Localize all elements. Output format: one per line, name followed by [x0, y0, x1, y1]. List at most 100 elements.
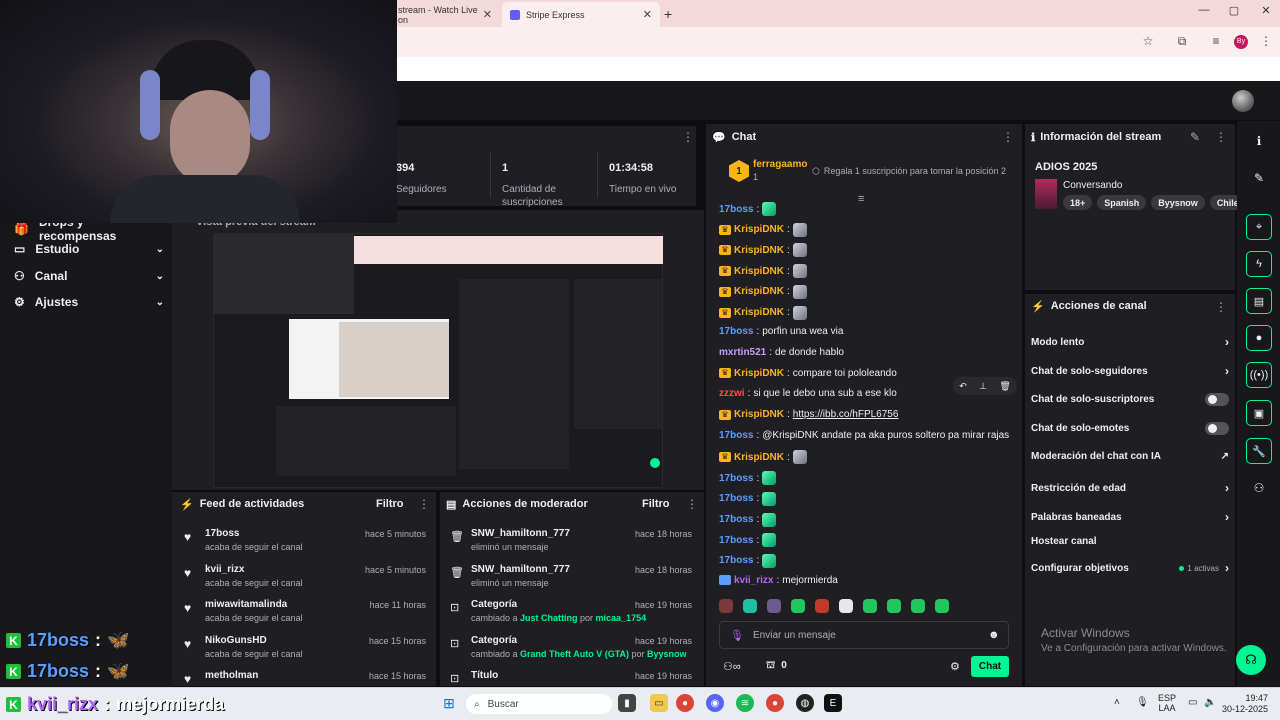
volume-icon[interactable]: 🔈 — [1204, 697, 1216, 708]
minimize-icon[interactable]: — — [1194, 4, 1214, 16]
emote-button[interactable] — [935, 599, 949, 613]
channel-action-row[interactable]: Moderación del chat con IA ↗ — [1031, 451, 1229, 462]
emoji-icon[interactable]: ☻ — [988, 629, 1000, 641]
task-view-icon[interactable]: ▮ — [618, 694, 636, 712]
discord-icon[interactable]: ◉ — [706, 694, 724, 712]
stream-preview-video[interactable] — [213, 233, 663, 488]
activity-filter-button[interactable]: Filtro — [376, 498, 404, 510]
feed-user[interactable]: metholman — [205, 670, 258, 681]
emote-button[interactable] — [911, 599, 925, 613]
info-icon[interactable]: ℹ — [1246, 128, 1272, 154]
emote-button[interactable] — [767, 599, 781, 613]
chat-link[interactable]: https://ibb.co/hFPL6756 — [793, 409, 899, 420]
feed-user[interactable]: 17boss — [205, 528, 239, 539]
more-options-icon[interactable]: ⋮ — [1002, 130, 1014, 144]
channel-action-row[interactable]: Palabras baneadas › — [1031, 510, 1229, 524]
nav-estudio[interactable]: ▭ Estudio ⌄ — [14, 242, 164, 256]
collapse-icon[interactable]: ≡ — [858, 193, 864, 205]
sub-user[interactable]: Byysnow — [647, 649, 687, 659]
gift-sub-prompt[interactable]: ⬡ Regala 1 suscripción para tomar la posi… — [812, 166, 1006, 177]
edit-pencil-icon[interactable]: ✎ — [1246, 165, 1272, 191]
emote-button[interactable] — [743, 599, 757, 613]
clock[interactable]: 19:47 30-12-2025 — [1220, 693, 1268, 715]
chat-username[interactable]: KrispiDNK — [734, 224, 784, 235]
more-options-icon[interactable]: ⋮ — [1215, 300, 1227, 314]
close-icon[interactable]: ✕ — [643, 8, 652, 21]
channel-action-row[interactable]: Chat de solo-seguidores › — [1031, 364, 1229, 378]
browser-menu-icon[interactable]: ⋮ — [1258, 34, 1274, 48]
bookmark-star-icon[interactable]: ☆ — [1140, 34, 1156, 48]
chat-bubble-icon[interactable]: ● — [1246, 325, 1272, 351]
channel-action-row[interactable]: Modo lento › — [1031, 335, 1229, 349]
microphone-tray-icon[interactable]: 🎙 — [1136, 697, 1149, 708]
hype-icon[interactable]: ⚇∞ — [723, 660, 741, 673]
channel-action-row[interactable]: Chat de solo-emotes — [1031, 422, 1229, 435]
tag[interactable]: Byysnow — [1151, 195, 1205, 210]
browser-tab-active[interactable]: Stripe Express ✕ — [502, 2, 660, 27]
epic-games-icon[interactable]: E — [824, 694, 842, 712]
channel-points[interactable]: ⛫ 0 — [766, 660, 787, 673]
chat-username[interactable]: KrispiDNK — [734, 245, 784, 256]
network-icon[interactable]: ▭ — [1188, 697, 1197, 708]
chat-message[interactable]: ♛ KrispiDNK: — [719, 264, 807, 279]
bolt-icon[interactable]: ϟ — [1246, 251, 1272, 277]
chat-username[interactable]: KrispiDNK — [734, 286, 784, 297]
chat-username[interactable]: 17boss — [719, 555, 753, 566]
more-options-icon[interactable]: ⋮ — [418, 497, 430, 511]
mod-action-title[interactable]: SNW_hamiltonn_777 — [471, 564, 570, 575]
mod-filter-button[interactable]: Filtro — [642, 498, 670, 510]
tray-chevron-icon[interactable]: ˄ — [1114, 697, 1120, 708]
edit-pencil-icon[interactable]: ✎ — [1190, 130, 1200, 144]
spotify-icon[interactable]: ≋ — [736, 694, 754, 712]
chat-username[interactable]: zzzwi — [719, 388, 745, 399]
chat-username[interactable]: 17boss — [719, 514, 753, 525]
chat-username[interactable]: 17boss — [719, 430, 753, 441]
chat-message[interactable]: 17boss: — [719, 202, 777, 216]
chat-username[interactable]: 17boss — [719, 204, 753, 215]
chat-message[interactable]: 17boss: — [719, 491, 777, 506]
chat-message[interactable]: 17boss: @KrispiDNK andate pa aka puros so… — [719, 430, 1009, 441]
more-options-icon[interactable]: ⋮ — [682, 130, 694, 144]
chat-username[interactable]: KrispiDNK — [734, 266, 784, 277]
chat-message[interactable]: 17boss: — [719, 533, 777, 548]
sub-user[interactable]: micaa_1754 — [596, 613, 647, 623]
extensions-icon[interactable]: ⚇ — [1246, 475, 1272, 501]
new-tab-button[interactable]: + — [664, 6, 672, 22]
close-window-icon[interactable]: ✕ — [1256, 4, 1276, 17]
chat-message[interactable]: 17boss: porfin una wea via — [719, 326, 843, 337]
more-options-icon[interactable]: ⋮ — [1215, 130, 1227, 144]
maximize-icon[interactable]: ▢ — [1224, 4, 1244, 17]
chat-message[interactable]: ♛ KrispiDNK: compare toi pololeando — [719, 368, 897, 379]
sub-highlight[interactable]: Just Chatting — [520, 613, 578, 623]
chat-message[interactable]: ♛ KrispiDNK: — [719, 450, 807, 465]
leaderboard-user[interactable]: ferragaamo — [753, 159, 807, 170]
chrome-icon[interactable]: ● — [676, 694, 694, 712]
document-icon[interactable]: ▤ — [1246, 288, 1272, 314]
extensions-icon[interactable]: ⧉ — [1174, 34, 1190, 49]
chat-username[interactable]: 17boss — [719, 326, 753, 337]
emote-button[interactable] — [863, 599, 877, 613]
chat-username[interactable]: KrispiDNK — [734, 452, 784, 463]
feed-user[interactable]: NikoGunsHD — [205, 635, 267, 646]
nav-ajustes[interactable]: ⚙ Ajustes ⌄ — [14, 295, 164, 309]
chat-message[interactable]: mxrtin521: de donde hablo — [719, 347, 844, 358]
more-options-icon[interactable]: ⋮ — [686, 497, 698, 511]
tag[interactable]: 18+ — [1063, 195, 1093, 210]
chat-message[interactable]: ♛ KrispiDNK: https://ibb.co/hFPL6756 — [719, 409, 898, 420]
emote-button[interactable] — [791, 599, 805, 613]
emote-button[interactable] — [887, 599, 901, 613]
chat-message[interactable]: ♛ KrispiDNK: — [719, 243, 807, 258]
microphone-icon[interactable]: 🎙 — [730, 629, 744, 642]
emote-button[interactable] — [719, 599, 733, 613]
pin-icon[interactable]: ⊥ — [979, 381, 987, 392]
reply-icon[interactable]: ↶ — [959, 381, 967, 392]
mod-action-title[interactable]: Título — [471, 670, 498, 681]
chrome-active-icon[interactable]: ● — [766, 694, 784, 712]
taskbar-search[interactable]: ⌕ Buscar — [466, 694, 612, 714]
channel-action-row[interactable]: Restricción de edad › — [1031, 481, 1229, 495]
chat-message[interactable]: kvii_rizx: mejormierda — [719, 575, 838, 586]
channel-action-row[interactable]: Hostear canal — [1031, 536, 1229, 547]
chat-username[interactable]: mxrtin521 — [719, 347, 766, 358]
clip-icon[interactable]: ⌖ — [1246, 214, 1272, 240]
chat-username[interactable]: kvii_rizx — [734, 575, 773, 586]
